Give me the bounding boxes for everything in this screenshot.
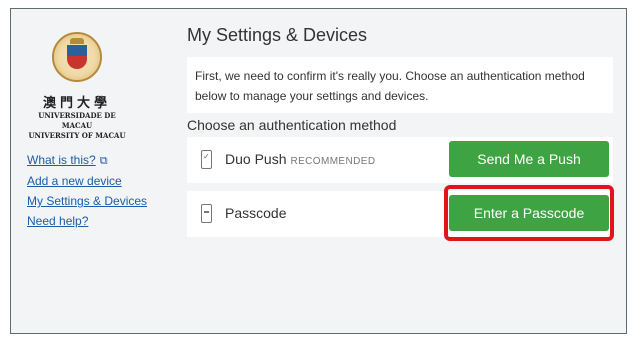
sidebar-links: What is this? ⧉ Add a new device My Setti… <box>27 150 147 231</box>
duo-push-text: Duo Push <box>225 151 287 167</box>
what-is-this-link[interactable]: What is this? ⧉ <box>27 150 147 171</box>
duo-push-row: Duo PushRECOMMENDED Send Me a Push <box>187 137 613 183</box>
need-help-link[interactable]: Need help? <box>27 211 147 231</box>
university-seal-icon <box>52 32 102 82</box>
page-title: My Settings & Devices <box>187 25 368 45</box>
add-device-link[interactable]: Add a new device <box>27 171 147 191</box>
phone-icon <box>201 150 212 169</box>
passcode-label: Passcode <box>225 205 287 221</box>
notice-box: First, we need to confirm it's really yo… <box>187 57 613 113</box>
duo-push-label: Duo Push RECOMMENDED <box>225 151 375 167</box>
passcode-highlight-box <box>444 185 614 241</box>
recommended-badge: RECOMMENDED <box>290 156 376 167</box>
university-portuguese-name: UNIVERSIDADE DE MACAU <box>38 111 116 130</box>
auth-method-heading: Choose an authentication method <box>187 117 397 133</box>
university-english-name: UNIVERSITY OF MACAU <box>28 131 126 140</box>
university-logo: 澳門大學 UNIVERSIDADE DE MACAU UNIVERSITY OF… <box>22 32 132 141</box>
university-chinese-name: 澳門大學 <box>42 96 111 111</box>
settings-devices-link[interactable]: My Settings & Devices <box>27 191 147 211</box>
what-is-this-label: What is this? <box>27 153 96 167</box>
external-link-icon: ⧉ <box>99 155 108 167</box>
token-icon <box>201 204 212 223</box>
send-push-button[interactable]: Send Me a Push <box>449 141 609 177</box>
